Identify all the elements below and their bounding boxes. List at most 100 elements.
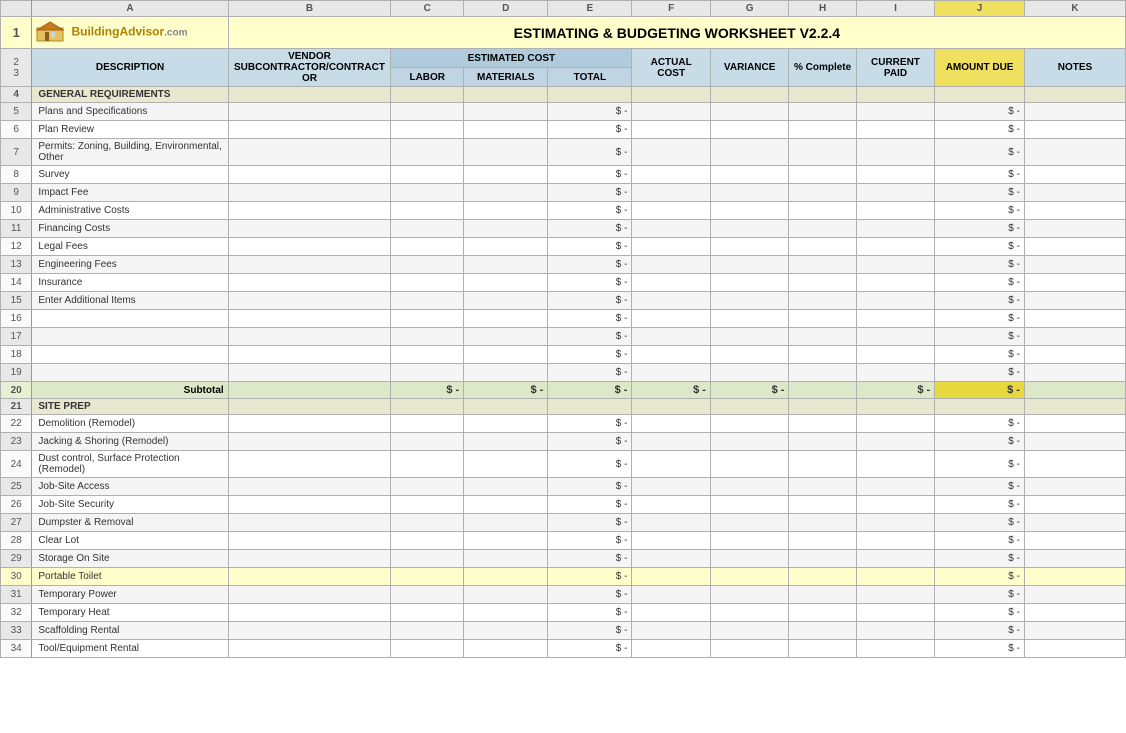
row-vendor[interactable] — [228, 451, 391, 478]
row-total[interactable]: $ - — [548, 328, 632, 346]
row-current-paid[interactable] — [856, 451, 935, 478]
row-vendor[interactable] — [228, 274, 391, 292]
row-amount-due[interactable]: $ - — [935, 103, 1025, 121]
row-current-paid[interactable] — [856, 184, 935, 202]
row-materials[interactable] — [464, 586, 548, 604]
row-materials[interactable] — [464, 415, 548, 433]
row-current-paid[interactable] — [856, 433, 935, 451]
row-vendor[interactable] — [228, 433, 391, 451]
row-labor[interactable] — [391, 274, 464, 292]
row-materials[interactable] — [464, 364, 548, 382]
col-c-header[interactable]: C — [391, 1, 464, 17]
row-materials[interactable] — [464, 166, 548, 184]
row-variance[interactable] — [710, 568, 789, 586]
row-pct-complete[interactable] — [789, 220, 856, 238]
row-labor[interactable] — [391, 586, 464, 604]
row-actual-cost[interactable] — [632, 103, 711, 121]
row-actual-cost[interactable] — [632, 256, 711, 274]
row-total[interactable]: $ - — [548, 103, 632, 121]
row-current-paid[interactable] — [856, 364, 935, 382]
row-variance[interactable] — [710, 433, 789, 451]
row-materials[interactable] — [464, 346, 548, 364]
row-amount-due[interactable]: $ - — [935, 328, 1025, 346]
row-materials[interactable] — [464, 478, 548, 496]
row-total[interactable]: $ - — [548, 274, 632, 292]
row-variance[interactable] — [710, 622, 789, 640]
row-pct-complete[interactable] — [789, 139, 856, 166]
row-current-paid[interactable] — [856, 292, 935, 310]
row-current-paid[interactable] — [856, 328, 935, 346]
row-total[interactable]: $ - — [548, 514, 632, 532]
row-materials[interactable] — [464, 568, 548, 586]
row-total[interactable]: $ - — [548, 292, 632, 310]
row-description[interactable]: Demolition (Remodel) — [32, 415, 228, 433]
row-actual-cost[interactable] — [632, 328, 711, 346]
row-total[interactable]: $ - — [548, 550, 632, 568]
col-e-header[interactable]: E — [548, 1, 632, 17]
row-description[interactable]: Legal Fees — [32, 238, 228, 256]
row-total[interactable]: $ - — [548, 532, 632, 550]
row-description[interactable]: Survey — [32, 166, 228, 184]
row-vendor[interactable] — [228, 220, 391, 238]
row-total[interactable]: $ - — [548, 433, 632, 451]
row-current-paid[interactable] — [856, 310, 935, 328]
col-g-header[interactable]: G — [710, 1, 789, 17]
row-variance[interactable] — [710, 514, 789, 532]
row-notes[interactable] — [1024, 328, 1125, 346]
row-actual-cost[interactable] — [632, 568, 711, 586]
row-pct-complete[interactable] — [789, 532, 856, 550]
row-current-paid[interactable] — [856, 586, 935, 604]
row-labor[interactable] — [391, 166, 464, 184]
row-vendor[interactable] — [228, 184, 391, 202]
row-pct-complete[interactable] — [789, 415, 856, 433]
row-actual-cost[interactable] — [632, 550, 711, 568]
row-total[interactable]: $ - — [548, 202, 632, 220]
row-vendor[interactable] — [228, 622, 391, 640]
row-labor[interactable] — [391, 139, 464, 166]
row-actual-cost[interactable] — [632, 415, 711, 433]
row-total[interactable]: $ - — [548, 220, 632, 238]
row-actual-cost[interactable] — [632, 433, 711, 451]
row-vendor[interactable] — [228, 238, 391, 256]
row-description[interactable]: Financing Costs — [32, 220, 228, 238]
row-pct-complete[interactable] — [789, 328, 856, 346]
row-amount-due[interactable]: $ - — [935, 496, 1025, 514]
row-vendor[interactable] — [228, 103, 391, 121]
row-materials[interactable] — [464, 604, 548, 622]
row-vendor[interactable] — [228, 166, 391, 184]
row-pct-complete[interactable] — [789, 550, 856, 568]
row-vendor[interactable] — [228, 604, 391, 622]
row-pct-complete[interactable] — [789, 364, 856, 382]
row-current-paid[interactable] — [856, 514, 935, 532]
row-current-paid[interactable] — [856, 415, 935, 433]
row-total[interactable]: $ - — [548, 451, 632, 478]
row-total[interactable]: $ - — [548, 568, 632, 586]
row-variance[interactable] — [710, 478, 789, 496]
row-labor[interactable] — [391, 550, 464, 568]
row-actual-cost[interactable] — [632, 604, 711, 622]
row-materials[interactable] — [464, 184, 548, 202]
row-vendor[interactable] — [228, 292, 391, 310]
row-labor[interactable] — [391, 451, 464, 478]
row-materials[interactable] — [464, 451, 548, 478]
row-current-paid[interactable] — [856, 139, 935, 166]
row-current-paid[interactable] — [856, 274, 935, 292]
row-vendor[interactable] — [228, 532, 391, 550]
row-materials[interactable] — [464, 514, 548, 532]
col-d-header[interactable]: D — [464, 1, 548, 17]
row-notes[interactable] — [1024, 550, 1125, 568]
row-current-paid[interactable] — [856, 103, 935, 121]
row-pct-complete[interactable] — [789, 514, 856, 532]
row-total[interactable]: $ - — [548, 256, 632, 274]
row-pct-complete[interactable] — [789, 202, 856, 220]
row-variance[interactable] — [710, 640, 789, 658]
row-amount-due[interactable]: $ - — [935, 433, 1025, 451]
row-notes[interactable] — [1024, 364, 1125, 382]
row-materials[interactable] — [464, 640, 548, 658]
col-b-header[interactable]: B — [228, 1, 391, 17]
row-notes[interactable] — [1024, 586, 1125, 604]
row-vendor[interactable] — [228, 139, 391, 166]
row-description[interactable]: Plan Review — [32, 121, 228, 139]
row-labor[interactable] — [391, 478, 464, 496]
row-current-paid[interactable] — [856, 532, 935, 550]
